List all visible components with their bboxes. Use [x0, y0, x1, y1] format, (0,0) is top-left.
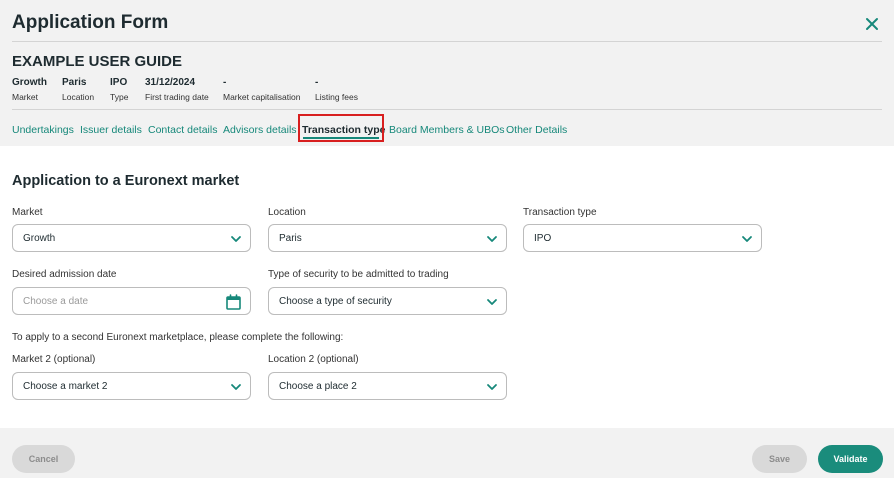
location-select[interactable]: Paris — [268, 224, 507, 252]
tab-other-details[interactable]: Other Details — [506, 122, 567, 138]
chevron-down-icon — [487, 236, 497, 242]
summary-listing-fees: - Listing fees — [315, 77, 358, 102]
security-type-label: Type of security to be admitted to tradi… — [268, 269, 449, 280]
summary-type: IPO Type — [110, 77, 128, 102]
admission-date-input[interactable]: Choose a date — [12, 287, 251, 315]
location2-label: Location 2 (optional) — [268, 354, 359, 365]
summary-value: - — [315, 77, 319, 88]
summary-divider — [12, 109, 882, 110]
second-market-hint: To apply to a second Euronext marketplac… — [12, 332, 344, 343]
save-button[interactable]: Save — [752, 445, 807, 473]
guide-title: EXAMPLE USER GUIDE — [12, 53, 183, 70]
section-title: Application to a Euronext market — [12, 173, 240, 189]
chevron-down-icon — [231, 236, 241, 242]
chevron-down-icon — [231, 384, 241, 390]
summary-location: Paris Location — [62, 77, 94, 102]
summary-first-trading-date: 31/12/2024 First trading date — [145, 77, 209, 102]
validate-button[interactable]: Validate — [818, 445, 883, 473]
summary-value: 31/12/2024 — [145, 77, 196, 88]
market-value: Growth — [23, 233, 56, 244]
active-tab-highlight — [298, 114, 384, 142]
market2-label: Market 2 (optional) — [12, 354, 96, 365]
security-type-placeholder: Choose a type of security — [279, 296, 392, 307]
summary-label: Market — [12, 92, 38, 102]
market2-placeholder: Choose a market 2 — [23, 381, 108, 392]
tab-board-members-ubos[interactable]: Board Members & UBOs — [389, 122, 505, 138]
location-label: Location — [268, 207, 306, 218]
location2-select[interactable]: Choose a place 2 — [268, 372, 507, 400]
chevron-down-icon — [742, 236, 752, 242]
tab-issuer-details[interactable]: Issuer details — [80, 122, 142, 138]
summary-value: - — [223, 77, 227, 88]
location2-placeholder: Choose a place 2 — [279, 381, 357, 392]
admission-date-label: Desired admission date — [12, 269, 117, 280]
transaction-type-value: IPO — [534, 233, 552, 244]
chevron-down-icon — [487, 384, 497, 390]
chevron-down-icon — [487, 299, 497, 305]
summary-label: Type — [110, 92, 129, 102]
transaction-type-label: Transaction type — [523, 207, 597, 218]
market2-select[interactable]: Choose a market 2 — [12, 372, 251, 400]
market-select[interactable]: Growth — [12, 224, 251, 252]
summary-label: Location — [62, 92, 95, 102]
location-value: Paris — [279, 233, 302, 244]
tab-undertakings[interactable]: Undertakings — [12, 122, 74, 138]
summary-value: Paris — [62, 77, 87, 88]
admission-date-placeholder: Choose a date — [23, 296, 89, 307]
summary-label: First trading date — [145, 92, 209, 102]
summary-value: IPO — [110, 77, 128, 88]
header-divider — [12, 41, 882, 42]
summary-label: Market capitalisation — [223, 92, 301, 102]
summary-market-capitalisation: - Market capitalisation — [223, 77, 300, 102]
calendar-icon[interactable] — [226, 294, 241, 310]
market-label: Market — [12, 207, 43, 218]
close-icon[interactable] — [862, 14, 882, 34]
summary-market: Growth Market — [12, 77, 47, 102]
page-title: Application Form — [12, 12, 169, 33]
tab-contact-details[interactable]: Contact details — [148, 122, 217, 138]
security-type-select[interactable]: Choose a type of security — [268, 287, 507, 315]
summary-value: Growth — [12, 77, 47, 88]
tab-advisors-details[interactable]: Advisors details — [223, 122, 297, 138]
summary-label: Listing fees — [315, 92, 358, 102]
cancel-button[interactable]: Cancel — [12, 445, 75, 473]
transaction-type-select[interactable]: IPO — [523, 224, 762, 252]
